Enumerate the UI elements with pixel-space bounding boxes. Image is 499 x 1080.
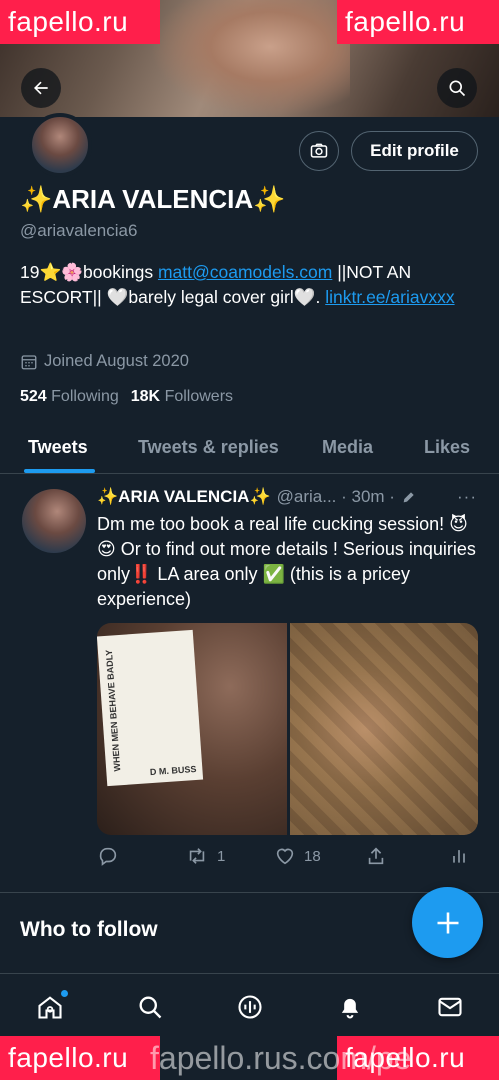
follow-stats: 524 Following 18K Followers (20, 388, 233, 406)
home-icon (38, 996, 62, 1019)
profile-handle: @ariavalencia6 (20, 221, 138, 240)
book-author: D M. BUSS (149, 763, 197, 778)
nav-spaces[interactable] (235, 992, 265, 1022)
tweet-handle-time: @aria... · 30m · (276, 487, 395, 506)
tab-media[interactable]: Media (322, 437, 373, 458)
spaces-icon (238, 995, 262, 1019)
bio-text: 19⭐🌸bookings (20, 262, 158, 282)
like-count: 18 (304, 847, 321, 865)
share-button[interactable] (365, 845, 387, 867)
tweet-avatar[interactable] (22, 489, 86, 553)
reply-button[interactable] (97, 845, 119, 867)
retweet-icon (189, 848, 205, 864)
tab-tweets-replies[interactable]: Tweets & replies (138, 437, 279, 458)
joined-text: Joined August 2020 (44, 352, 189, 370)
following-count: 524 (20, 388, 47, 405)
compose-tweet-button[interactable] (412, 887, 483, 958)
joined-date: Joined August 2020 (20, 352, 189, 371)
bio-link[interactable]: linktr.ee/ariavxxx (325, 287, 454, 307)
profile-name: ✨ARIA VALENCIA✨ (20, 184, 286, 214)
back-button[interactable] (21, 68, 61, 108)
reply-icon (99, 847, 117, 866)
tab-tweets[interactable]: Tweets (28, 437, 88, 458)
search-button[interactable] (437, 68, 477, 108)
book-cover: WHEN MEN BEHAVE BADLY D M. BUSS (97, 629, 204, 787)
profile-bio: 19⭐🌸bookings matt@coamodels.com ||NOT AN… (20, 260, 480, 310)
notifications-icon (341, 998, 359, 1019)
more-options-button[interactable]: ··· (457, 487, 477, 507)
followers-count: 18K (130, 388, 161, 405)
retweet-count: 1 (217, 847, 226, 865)
tweet-header: ✨ARIA VALENCIA✨ @aria... · 30m · ··· (97, 487, 487, 507)
following-label: Following (51, 388, 119, 405)
banner-photo (150, 0, 350, 117)
plus-icon (437, 912, 458, 933)
active-tab-indicator (24, 469, 95, 473)
share-icon (368, 847, 384, 865)
profile-tabs: Tweets Tweets & replies Media Likes (0, 420, 499, 474)
profile-avatar[interactable] (28, 113, 92, 177)
bio-email-link[interactable]: matt@coamodels.com (158, 262, 332, 282)
change-photo-button[interactable] (299, 131, 339, 171)
image-pattern (290, 623, 478, 835)
followers-link[interactable]: 18K Followers (131, 388, 233, 406)
edit-pen-icon (403, 492, 414, 503)
watermark-bottom-left: fapello.ru (0, 1036, 160, 1080)
calendar-icon (21, 354, 37, 369)
tab-likes[interactable]: Likes (424, 437, 470, 458)
tweet-image-book[interactable]: WHEN MEN BEHAVE BADLY D M. BUSS (97, 623, 287, 835)
analytics-icon (453, 850, 465, 863)
tweet-text: Dm me too book a real life cucking sessi… (97, 514, 476, 609)
following-link[interactable]: 524 Following (20, 388, 119, 406)
who-to-follow-heading: Who to follow (20, 918, 158, 941)
retweet-button[interactable]: 1 (185, 845, 225, 867)
back-arrow-icon (34, 81, 48, 95)
messages-icon (438, 997, 462, 1017)
nav-messages[interactable] (435, 992, 465, 1022)
camera-icon (310, 143, 328, 158)
edit-profile-button[interactable]: Edit profile (351, 131, 478, 171)
tweet-actions: 1 18 (97, 845, 477, 871)
analytics-button[interactable] (449, 845, 469, 867)
nav-notifications[interactable] (335, 992, 365, 1022)
notification-dot (61, 990, 68, 997)
like-icon (276, 848, 294, 865)
tweet[interactable]: ✨ARIA VALENCIA✨ @aria... · 30m · ··· Dm … (0, 475, 499, 893)
nav-home[interactable] (35, 990, 68, 1022)
nav-explore[interactable] (135, 992, 165, 1022)
watermark-top-left: fapello.ru (0, 0, 160, 44)
tweet-image-reading[interactable] (290, 623, 478, 835)
tweet-author-name[interactable]: ✨ARIA VALENCIA✨ (97, 487, 271, 507)
like-button[interactable]: 18 (274, 845, 321, 867)
book-title: WHEN MEN BEHAVE BADLY (103, 649, 123, 772)
watermark-url: fapello.rus.com/pe (150, 1040, 412, 1076)
search-icon (449, 80, 466, 97)
explore-icon (139, 996, 162, 1019)
watermark-top-right: fapello.ru (337, 0, 499, 44)
followers-label: Followers (164, 388, 234, 405)
